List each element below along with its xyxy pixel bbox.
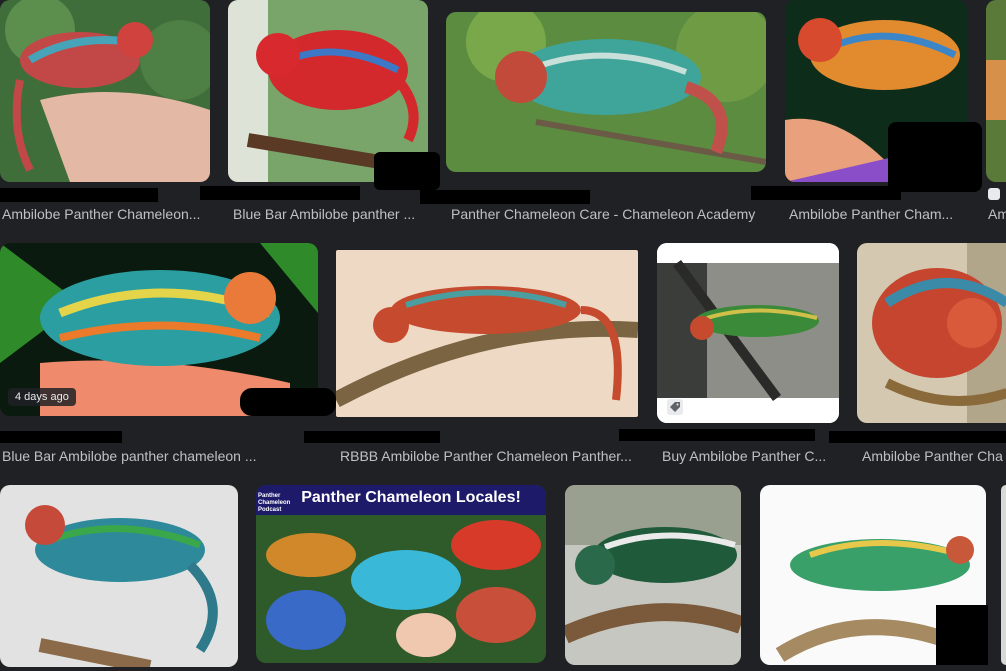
result-card[interactable]: RBBB Ambilobe Panther Chameleon Panther.… [304,243,638,469]
redaction-bar [619,429,815,441]
source-favicon-icon [988,188,1000,200]
redaction-bar [420,190,590,204]
chameleon-image [986,0,1006,182]
result-card[interactable] [565,485,741,671]
result-caption[interactable]: Ambilobe Panther Cham... [789,205,961,223]
result-thumbnail[interactable] [657,243,839,423]
result-caption[interactable]: Am [988,205,1006,223]
result-card[interactable]: Panther Chameleon Podcast Panther Chamel… [256,485,546,671]
result-thumbnail[interactable] [565,485,741,665]
result-card[interactable]: Buy Ambilobe Panther C... [619,243,839,469]
redaction-bar [374,152,440,190]
result-caption[interactable]: Buy Ambilobe Panther C... [662,447,832,465]
chameleon-image [857,243,1006,423]
chameleon-image [0,0,210,182]
result-card[interactable]: Panther Chameleon Care - Chameleon Acade… [420,0,766,226]
chameleon-image [0,485,238,667]
redaction-bar [936,605,988,665]
result-thumbnail[interactable] [0,485,238,667]
result-caption[interactable]: Ambilobe Panther Cha [862,447,1006,465]
result-card-partial[interactable] [1001,485,1006,665]
redaction-bar [304,431,440,443]
redaction-bar [200,186,360,200]
result-card[interactable]: Blue Bar Ambilobe panther ... [200,0,440,226]
redaction-bar [888,122,982,192]
chameleon-image [565,485,741,665]
result-thumbnail[interactable] [446,12,766,172]
result-thumbnail[interactable] [1001,485,1006,665]
promo-image [256,485,546,663]
result-caption[interactable]: Blue Bar Ambilobe panther ... [233,205,423,223]
chameleon-image [657,243,839,423]
date-badge: 4 days ago [8,388,76,406]
result-caption[interactable]: Ambilobe Panther Chameleon... [2,205,207,223]
promo-title: Panther Chameleon Locales! [301,489,521,506]
result-card[interactable]: Am [986,0,1006,226]
result-caption[interactable]: RBBB Ambilobe Panther Chameleon Panther.… [340,447,636,465]
result-thumbnail[interactable]: Panther Chameleon Podcast Panther Chamel… [256,485,546,663]
result-thumbnail[interactable] [986,0,1006,182]
result-thumbnail[interactable] [0,0,210,182]
result-caption[interactable]: Panther Chameleon Care - Chameleon Acade… [451,205,763,223]
result-caption[interactable]: Blue Bar Ambilobe panther chameleon ... [2,447,312,465]
result-card[interactable]: Ambilobe Panther Cham... [751,0,982,226]
result-card[interactable]: Ambilobe Panther Chameleon... [0,0,210,226]
result-thumbnail[interactable] [336,250,638,417]
result-card[interactable]: 4 days ago Blue Bar Ambilobe panther cha… [0,243,336,469]
redaction-bar [240,388,336,416]
chameleon-image [446,12,766,172]
redaction-bar [751,186,901,200]
chameleon-image [336,250,638,417]
result-thumbnail[interactable] [857,243,1006,423]
redaction-bar [829,431,1006,443]
result-card[interactable] [760,485,988,671]
result-card[interactable] [0,485,238,671]
redaction-bar [0,431,122,443]
shopping-tag-icon [667,399,683,415]
redaction-bar [0,188,158,202]
result-card[interactable]: Ambilobe Panther Cha [829,243,1006,469]
